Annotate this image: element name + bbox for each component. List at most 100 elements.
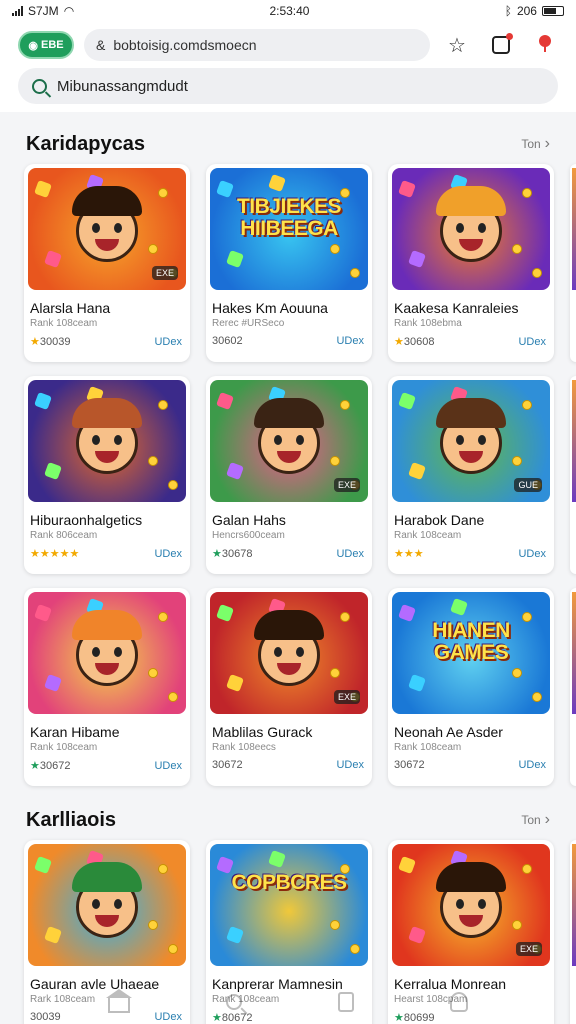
app-meta: ★30608 UDex — [394, 335, 546, 349]
app-card[interactable]: EXE Galan Hahs Hencrs600ceam ★30678 UDex — [206, 376, 372, 574]
thumbnail-tag: EXE — [151, 266, 178, 280]
app-grid: Karan Hibame Rank 108ceam ★30672 UDex EXE Mab… — [0, 588, 576, 786]
app-size-label: UDex — [336, 759, 364, 771]
section: Hiburaonhalgetics Rank 806ceam ★★★★★ UDex EX… — [0, 376, 576, 574]
app-card[interactable]: HIANEN GAMES Neonah Ae Asder Rank 108ceam 3… — [388, 588, 554, 786]
app-meta: ★30672 UDex — [30, 759, 182, 773]
tabs-icon[interactable] — [484, 29, 518, 61]
coin-decoration — [532, 692, 542, 702]
coin-decoration — [512, 456, 522, 466]
thumbnail-tag: EXE — [515, 942, 542, 956]
app-title: Karan Hibame — [30, 724, 120, 740]
app-thumbnail: EXE — [210, 380, 368, 502]
rating: ★30672 — [30, 759, 70, 772]
coin-decoration — [330, 668, 340, 678]
notification-icon[interactable] — [528, 29, 562, 61]
chevron-right-icon: › — [544, 135, 550, 152]
search-bar-container — [0, 68, 576, 112]
gem-decoration — [408, 250, 426, 268]
next-card-peek[interactable] — [570, 376, 576, 574]
coin-decoration — [350, 944, 360, 954]
search-bar[interactable] — [18, 68, 558, 104]
app-card[interactable]: EXE Alarsla Hana Rank 108ceam ★30039 UDex — [24, 164, 190, 362]
thumbnail-tag: EXE — [333, 690, 360, 704]
character-hair — [72, 186, 142, 216]
chevron-right-icon: › — [544, 811, 550, 828]
bluetooth-icon: ᛒ — [504, 4, 512, 18]
section-header: Karlliaois Ton › — [0, 800, 576, 840]
coin-decoration — [512, 668, 522, 678]
app-meta: 30672 UDex — [394, 759, 546, 771]
app-subtitle: Rank 806ceam — [30, 530, 98, 541]
account-icon[interactable] — [450, 992, 468, 1012]
app-meta: 30672 UDex — [212, 759, 364, 771]
character-hair — [72, 862, 142, 892]
app-subtitle: Rank 108ceam — [394, 530, 462, 541]
app-title: Galan Hahs — [212, 512, 286, 528]
app-card[interactable]: GUE Harabok Dane Rank 108ceam ★★★ UDex — [388, 376, 554, 574]
coin-decoration — [158, 188, 168, 198]
browser-toolbar: ◉ EBE & bobtoisig.comdsmoecn ☆ — [0, 22, 576, 68]
address-bar[interactable]: & bobtoisig.comdsmoecn — [84, 29, 430, 61]
gem-decoration — [398, 180, 416, 198]
coin-decoration — [522, 188, 532, 198]
see-more-link[interactable]: Ton › — [521, 811, 550, 829]
gem-decoration — [216, 604, 234, 622]
gem-decoration — [226, 926, 244, 944]
battery-label: 206 — [516, 4, 537, 18]
secure-badge[interactable]: ◉ EBE — [18, 31, 74, 59]
app-meta: ★30678 UDex — [212, 547, 364, 561]
next-card-peek[interactable] — [570, 164, 576, 362]
search-nav-icon[interactable] — [226, 994, 242, 1010]
section-header: Karidapycas Ton › — [0, 124, 576, 164]
home-icon[interactable] — [106, 989, 132, 1013]
gem-decoration — [398, 856, 416, 874]
app-subtitle: Rank 108ceam — [394, 742, 462, 753]
star-icon: ★ — [30, 760, 40, 772]
character-hair — [254, 610, 324, 640]
star-icon: ★ — [394, 336, 404, 348]
see-more-link[interactable]: Ton › — [521, 135, 550, 153]
gem-decoration — [44, 926, 62, 944]
app-title: Hiburaonhalgetics — [30, 512, 143, 528]
app-thumbnail: EXE — [28, 168, 186, 290]
app-subtitle: Rank 108ebma — [394, 318, 462, 329]
character-hair — [436, 862, 506, 892]
coin-decoration — [512, 920, 522, 930]
gem-decoration — [408, 674, 426, 692]
app-card[interactable]: Karan Hibame Rank 108ceam ★30672 UDex — [24, 588, 190, 786]
app-card[interactable]: EXE Mablilas Gurack Rank 108eecs 30672 UDex — [206, 588, 372, 786]
app-thumbnail: EXE — [210, 592, 368, 714]
thumbnail-banner: COPBCRES — [231, 871, 347, 894]
next-card-peek[interactable] — [570, 588, 576, 786]
coin-decoration — [158, 400, 168, 410]
library-icon[interactable] — [338, 992, 354, 1012]
app-size-label: UDex — [336, 547, 364, 560]
rating: 30672 — [394, 759, 425, 771]
battery-icon — [541, 6, 564, 16]
coin-decoration — [522, 864, 532, 874]
character-hair — [436, 398, 506, 428]
gem-decoration — [408, 462, 426, 480]
coin-decoration — [330, 920, 340, 930]
section-title: Karidapycas — [26, 132, 145, 155]
rating: ★30678 — [212, 547, 252, 560]
app-card[interactable]: Kaakesa Kanraleies Rank 108ebma ★30608 UDex — [388, 164, 554, 362]
gem-decoration — [44, 462, 62, 480]
gem-decoration — [34, 856, 52, 874]
coin-decoration — [158, 612, 168, 622]
app-card[interactable]: TIBJIEKES HIIBEEGA Hakes Km Aouuna Rerec #… — [206, 164, 372, 362]
star-icon[interactable]: ☆ — [440, 29, 474, 61]
app-size-label: UDex — [154, 335, 182, 348]
search-input[interactable] — [57, 77, 477, 95]
app-title: Harabok Dane — [394, 512, 485, 528]
app-grid: Hiburaonhalgetics Rank 806ceam ★★★★★ UDex EX… — [0, 376, 576, 574]
thumbnail-tag: EXE — [333, 478, 360, 492]
gem-decoration — [226, 462, 244, 480]
app-card[interactable]: Hiburaonhalgetics Rank 806ceam ★★★★★ UDex — [24, 376, 190, 574]
section: Karan Hibame Rank 108ceam ★30672 UDex EXE Mab… — [0, 588, 576, 786]
app-thumbnail — [28, 844, 186, 966]
rating-value: 30678 — [221, 548, 253, 560]
app-thumbnail: TIBJIEKES HIIBEEGA — [210, 168, 368, 290]
app-subtitle: Rank 108eecs — [212, 742, 276, 753]
